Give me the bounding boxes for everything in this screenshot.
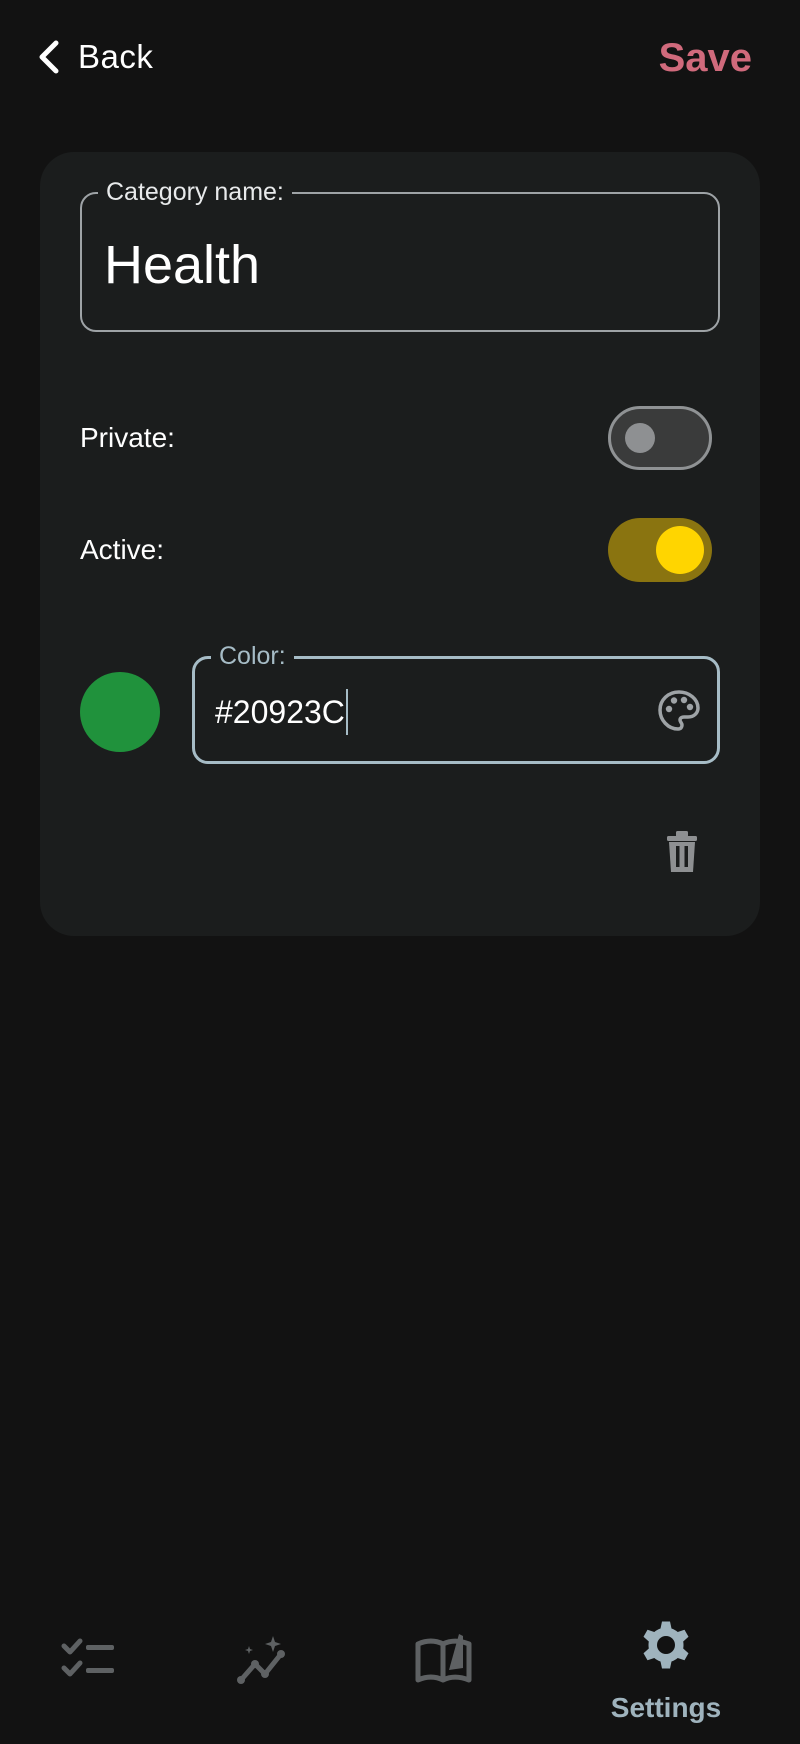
color-swatch[interactable]: [80, 672, 160, 752]
save-button[interactable]: Save: [659, 30, 752, 86]
settings-gear-icon: [643, 1621, 689, 1669]
back-label: Back: [78, 38, 154, 75]
nav-settings[interactable]: Settings: [586, 1596, 746, 1744]
analytics-icon: [237, 1636, 285, 1684]
color-label: Color:: [211, 640, 294, 672]
back-button[interactable]: Back: [36, 30, 153, 84]
private-label: Private:: [80, 422, 175, 453]
nav-settings-label: Settings: [610, 1692, 722, 1723]
color-field[interactable]: Color: #20923C: [192, 640, 720, 764]
palette-icon[interactable]: [657, 689, 701, 733]
category-editor-card: Category name: Health Private: Active: C…: [40, 152, 760, 936]
category-name-label: Category name:: [98, 176, 292, 208]
category-name-value[interactable]: Health: [104, 234, 260, 296]
bottom-navigation: Settings: [0, 1596, 800, 1744]
book-icon: [415, 1634, 472, 1683]
checklist-icon: [61, 1638, 114, 1677]
color-value-text: #20923C: [215, 693, 345, 730]
active-toggle-knob: [656, 526, 704, 574]
text-caret: [345, 689, 348, 735]
category-name-field[interactable]: Category name: Health: [80, 176, 720, 332]
nav-tasks[interactable]: [9, 1596, 169, 1744]
active-toggle[interactable]: [608, 518, 712, 582]
color-input[interactable]: #20923C: [215, 689, 348, 735]
chevron-left-icon: [39, 40, 59, 74]
trash-icon[interactable]: [658, 828, 706, 876]
private-toggle-knob: [625, 423, 655, 453]
nav-analytics[interactable]: [186, 1596, 346, 1744]
top-bar: Back Save: [0, 0, 800, 116]
nav-journal[interactable]: [364, 1596, 524, 1744]
private-toggle[interactable]: [608, 406, 712, 470]
active-label: Active:: [80, 534, 165, 565]
